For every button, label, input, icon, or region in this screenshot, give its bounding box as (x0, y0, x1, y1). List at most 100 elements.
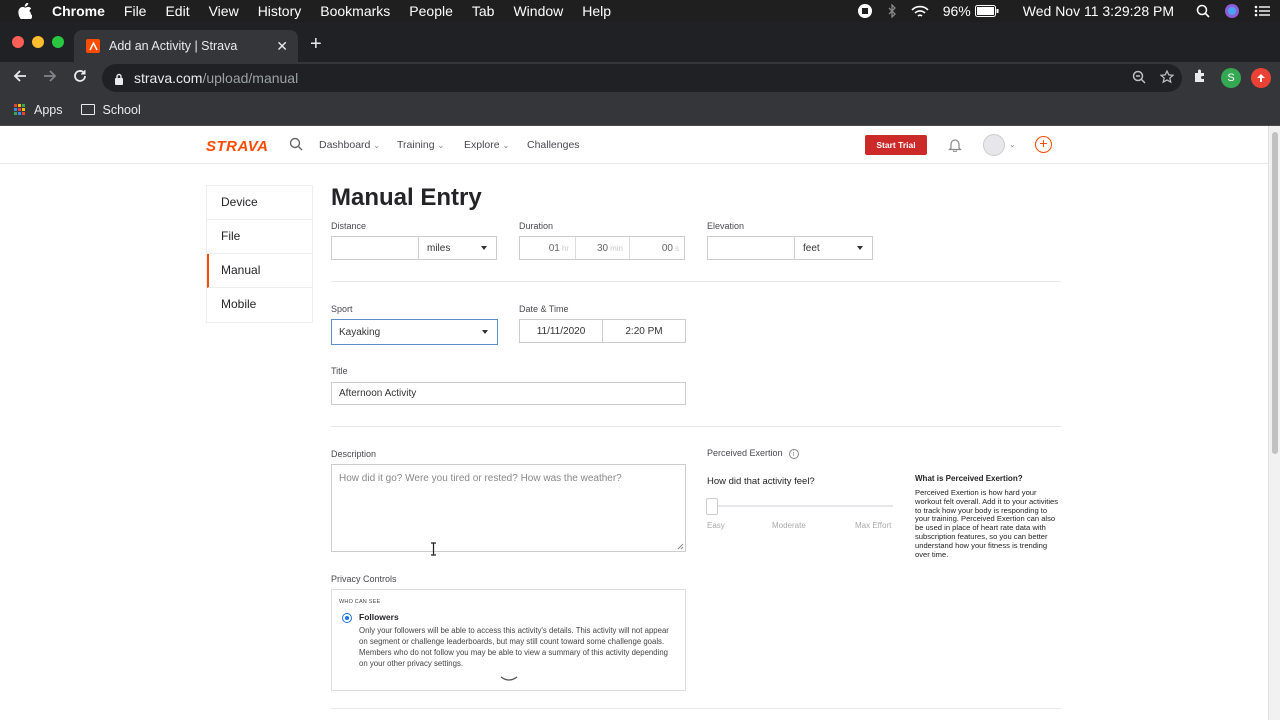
date-input[interactable]: 11/11/2020 (519, 319, 603, 343)
start-trial-button[interactable]: Start Trial (865, 135, 927, 155)
elevation-input[interactable] (707, 236, 795, 260)
extension-icon[interactable] (1251, 68, 1271, 88)
menu-file[interactable]: File (124, 3, 147, 19)
tab-title: Add an Activity | Strava (109, 39, 238, 53)
menu-tab[interactable]: Tab (472, 3, 495, 19)
title-label: Title (331, 366, 348, 376)
forward-arrow-icon[interactable] (42, 68, 58, 89)
text-cursor-icon (431, 542, 436, 556)
bookmark-school[interactable]: School (80, 103, 141, 117)
new-tab-icon[interactable]: + (310, 34, 322, 54)
zoom-icon[interactable] (1132, 70, 1146, 87)
search-icon[interactable] (289, 137, 303, 156)
exertion-info-text: Perceived Exertion is how hard your work… (915, 488, 1059, 559)
notification-center-icon[interactable] (1254, 5, 1270, 17)
address-bar[interactable]: strava.com/upload/manual (102, 64, 1182, 92)
browser-tab-strip: Add an Activity | Strava ✕ + (0, 22, 1280, 62)
menu-help[interactable]: Help (582, 3, 611, 19)
siri-icon[interactable] (1224, 3, 1240, 19)
macos-menu-bar: Chrome File Edit View History Bookmarks … (0, 0, 1280, 22)
menu-history[interactable]: History (258, 3, 302, 19)
duration-minutes-input[interactable]: 30 min (576, 237, 630, 259)
browser-tab-active[interactable]: Add an Activity | Strava ✕ (74, 30, 298, 62)
tab-close-icon[interactable]: ✕ (276, 38, 288, 55)
chevron-down-icon[interactable]: ⌄ (1009, 140, 1016, 149)
window-close-button[interactable] (12, 36, 24, 48)
window-zoom-button[interactable] (52, 36, 64, 48)
who-can-see-label: WHO CAN SEE (339, 599, 381, 605)
divider (331, 708, 1061, 709)
scrollbar-thumb[interactable] (1272, 132, 1278, 454)
bell-icon[interactable] (948, 137, 962, 157)
distance-input[interactable] (331, 236, 419, 260)
bookmark-star-icon[interactable] (1159, 69, 1175, 87)
caret-down-icon (482, 330, 488, 334)
caret-down-icon (481, 246, 487, 250)
chevron-down-icon: ⌄ (437, 141, 445, 150)
page-scrollbar[interactable] (1268, 126, 1280, 720)
distance-unit-select[interactable]: miles (418, 236, 497, 260)
nav-training-label: Training (397, 139, 435, 151)
extensions-puzzle-icon[interactable] (1192, 68, 1208, 89)
menu-window[interactable]: Window (513, 3, 563, 19)
apple-icon[interactable] (18, 3, 36, 19)
upload-plus-icon[interactable]: + (1035, 136, 1052, 153)
perceived-exertion-label: Perceived Exertion (707, 448, 783, 458)
sidemenu-item-manual[interactable]: Manual (207, 254, 312, 288)
exertion-info-title: What is Perceived Exertion? (915, 474, 1023, 483)
upload-side-menu: Device File Manual Mobile (206, 185, 313, 323)
description-label: Description (331, 449, 377, 459)
back-arrow-icon[interactable] (12, 68, 28, 89)
expand-chevron-icon[interactable] (500, 674, 518, 685)
nav-challenges[interactable]: Challenges (527, 139, 580, 151)
browser-toolbar: strava.com/upload/manual S (0, 62, 1280, 94)
followers-option-label[interactable]: Followers (359, 612, 399, 622)
page-title: Manual Entry (331, 184, 482, 211)
sidemenu-item-device[interactable]: Device (207, 186, 312, 220)
wifi-icon[interactable] (911, 5, 929, 18)
menubar-datetime[interactable]: Wed Nov 11 3:29:28 PM (1023, 3, 1174, 19)
url-path: /upload/manual (202, 70, 299, 86)
menu-edit[interactable]: Edit (165, 3, 189, 19)
menu-people[interactable]: People (409, 3, 453, 19)
user-avatar[interactable] (983, 134, 1005, 156)
spotlight-search-icon[interactable] (1196, 4, 1210, 18)
elevation-unit-select[interactable]: feet (794, 236, 873, 260)
duration-hours-input[interactable]: 01 hr (520, 237, 576, 259)
bookmarks-bar: Apps School (0, 94, 1280, 126)
window-minimize-button[interactable] (32, 36, 44, 48)
time-input[interactable]: 2:20 PM (602, 319, 686, 343)
duration-hours-value: 01 (548, 242, 560, 254)
menu-view[interactable]: View (209, 3, 239, 19)
reload-icon[interactable] (72, 68, 88, 89)
sidemenu-item-mobile[interactable]: Mobile (207, 288, 312, 322)
lock-icon[interactable] (114, 72, 124, 85)
resize-handle-icon[interactable] (677, 543, 684, 550)
info-icon[interactable]: i (788, 448, 799, 459)
nav-explore[interactable]: Explore ⌄ (464, 139, 509, 151)
nav-dashboard-label: Dashboard (319, 139, 371, 151)
folder-icon (80, 104, 95, 115)
sport-value: Kayaking (339, 326, 381, 338)
bluetooth-icon[interactable] (887, 4, 897, 18)
followers-radio[interactable] (342, 613, 352, 623)
menu-app-name[interactable]: Chrome (52, 3, 105, 19)
exertion-question: How did that activity feel? (707, 476, 815, 487)
date-time-label: Date & Time (519, 304, 569, 314)
description-textarea[interactable]: How did it go? Were you tired or rested?… (331, 464, 686, 552)
record-icon[interactable] (857, 3, 873, 19)
strava-logo[interactable]: STRAVA (206, 138, 268, 155)
profile-avatar[interactable]: S (1221, 68, 1241, 88)
sport-select[interactable]: Kayaking (331, 319, 498, 345)
title-input[interactable]: Afternoon Activity (331, 382, 686, 405)
exertion-slider-handle[interactable] (706, 498, 718, 515)
nav-training[interactable]: Training ⌄ (397, 139, 444, 151)
menu-bookmarks[interactable]: Bookmarks (320, 3, 390, 19)
exertion-slider-track[interactable] (707, 505, 893, 507)
nav-dashboard[interactable]: Dashboard ⌄ (319, 139, 380, 151)
sidemenu-item-file[interactable]: File (207, 220, 312, 254)
duration-seconds-unit: s (675, 243, 679, 253)
duration-seconds-input[interactable]: 00 s (630, 237, 685, 259)
bookmark-apps[interactable]: Apps (14, 103, 63, 117)
battery-icon[interactable] (974, 5, 999, 17)
